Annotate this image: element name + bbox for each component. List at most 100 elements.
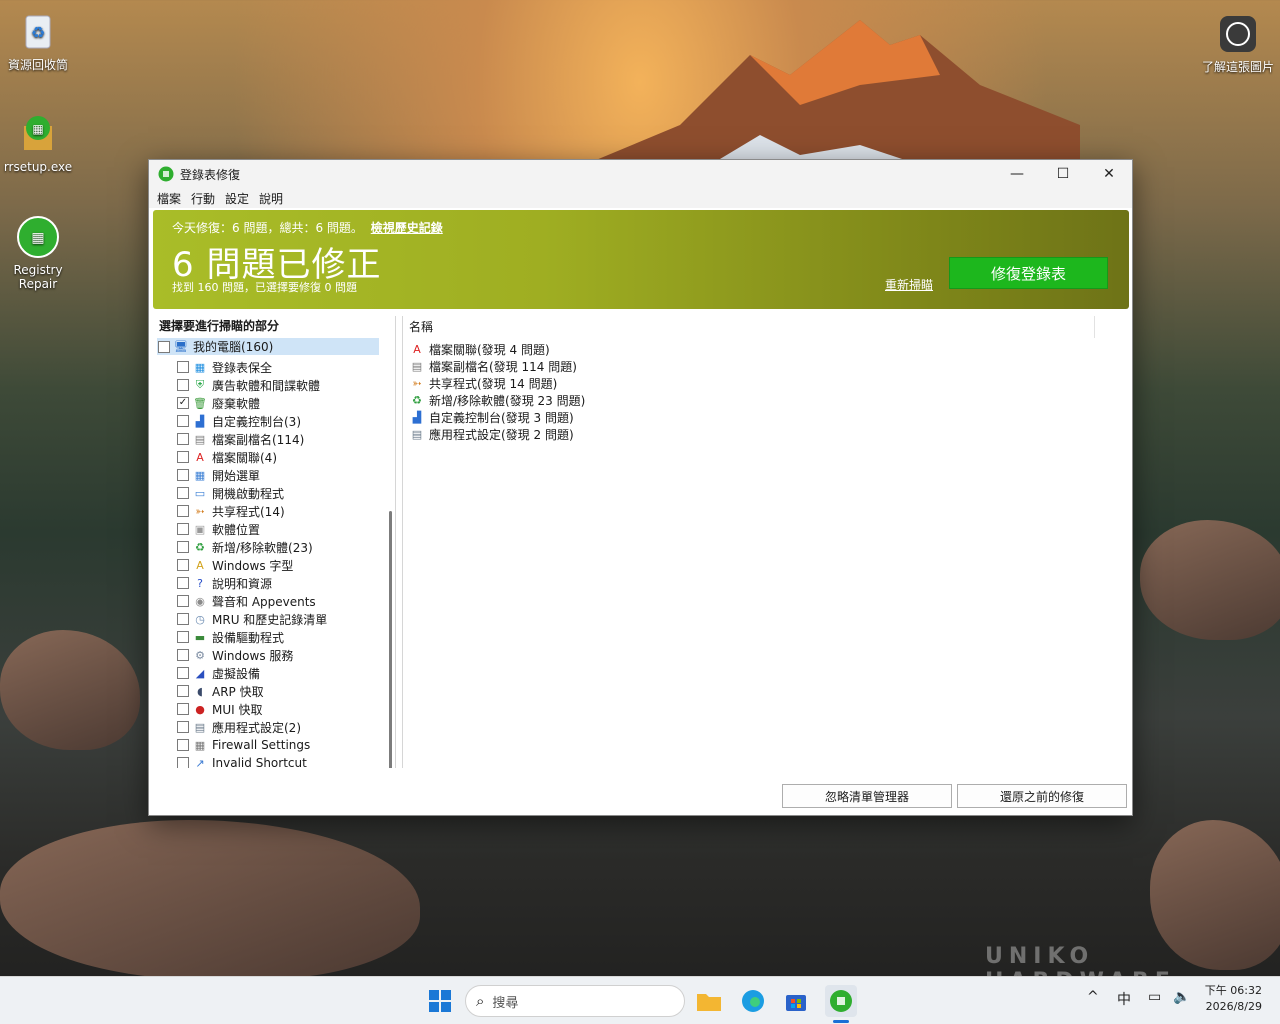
menu-help[interactable]: 說明 — [254, 190, 288, 207]
taskbar: ⌕ 搜尋 ^ 中 ▭ 🔈 下午 06:32 2026/8/29 — [0, 976, 1280, 1024]
tree-item[interactable]: ▬ 設備驅動程式 — [177, 628, 284, 646]
vertical-scrollbar[interactable] — [389, 511, 392, 768]
store-button[interactable] — [780, 985, 812, 1017]
tree-item[interactable]: ? 說明和資源 — [177, 574, 272, 592]
title-bar[interactable]: 登錄表修復 — ☐ ✕ — [149, 160, 1132, 188]
status-banner: 今天修復：6 問題，總共：6 問題。 檢視歷史記錄 6 問題已修正 找到 160… — [153, 210, 1129, 309]
restore-previous-fixes-button[interactable]: 還原之前的修復 — [957, 784, 1127, 808]
tree-item[interactable]: ▣ 軟體位置 — [177, 520, 260, 538]
checkbox[interactable] — [177, 613, 189, 625]
result-item[interactable]: ➳ 共享程式(發現 14 問題) — [409, 375, 557, 392]
maximize-button[interactable]: ☐ — [1040, 160, 1086, 188]
tree-item-label: 軟體位置 — [212, 522, 261, 537]
checkbox[interactable] — [177, 631, 189, 643]
checkbox[interactable] — [177, 415, 189, 427]
checkbox[interactable] — [177, 559, 189, 571]
tree-item[interactable]: ● MUI 快取 — [177, 700, 263, 718]
menu-bar: 檔案 行動 設定 說明 — [149, 188, 1132, 208]
app-icon — [158, 166, 174, 182]
fix-registry-button[interactable]: 修復登錄表 — [949, 257, 1108, 289]
checkbox[interactable] — [177, 685, 189, 697]
tree-item-label: 開始選單 — [212, 468, 261, 483]
checkbox[interactable] — [177, 523, 189, 535]
font-icon: A — [196, 558, 204, 572]
tree-item[interactable]: ▤ 檔案副檔名(114) — [177, 430, 304, 448]
volume-icon[interactable]: 🔈 — [1173, 989, 1190, 1005]
file-explorer-button[interactable] — [693, 985, 725, 1017]
clock[interactable]: 下午 06:32 2026/8/29 — [1204, 983, 1262, 1015]
edge-button[interactable] — [737, 985, 769, 1017]
tree-item-label: 登錄表保全 — [212, 360, 273, 375]
column-header-name[interactable]: 名稱 — [403, 316, 1095, 338]
checkbox[interactable] — [158, 340, 170, 353]
result-item[interactable]: A 檔案關聯(發現 4 問題) — [409, 341, 549, 358]
checkbox[interactable] — [177, 433, 189, 445]
registry-repair-taskbar-button[interactable] — [825, 985, 857, 1017]
search-box[interactable]: ⌕ 搜尋 — [465, 985, 685, 1017]
menu-file[interactable]: 檔案 — [152, 190, 186, 207]
tree-item[interactable]: ⚙ Windows 服務 — [177, 646, 293, 664]
view-history-link[interactable]: 檢視歷史記錄 — [371, 221, 443, 235]
tree-item[interactable]: ◖ ARP 快取 — [177, 682, 264, 700]
tray-overflow-chevron[interactable]: ^ — [1087, 989, 1099, 1005]
menu-action[interactable]: 行動 — [186, 190, 220, 207]
network-icon[interactable]: ▭ — [1148, 989, 1161, 1005]
checkbox[interactable] — [177, 739, 189, 751]
checkbox[interactable] — [177, 469, 189, 481]
rescan-link[interactable]: 重新掃瞄 — [885, 276, 933, 293]
ime-indicator[interactable]: 中 — [1117, 989, 1131, 1009]
result-item[interactable]: ▤ 檔案副檔名(發現 114 問題) — [409, 358, 577, 375]
checkbox[interactable] — [177, 667, 189, 679]
tree-item[interactable]: ♻ 新增/移除軟體(23) — [177, 538, 313, 556]
checkbox[interactable] — [177, 361, 189, 373]
tree-item[interactable]: ➳ 共享程式(14) — [177, 502, 285, 520]
tree-item[interactable]: ▭ 開機啟動程式 — [177, 484, 284, 502]
tree-item[interactable]: ↗ Invalid Shortcut — [177, 754, 307, 768]
checkbox[interactable]: ✓ — [177, 397, 189, 409]
tree-item[interactable]: ▦ Firewall Settings — [177, 736, 310, 754]
menu-settings[interactable]: 設定 — [220, 190, 254, 207]
tree-item[interactable]: ✓ 🗑 廢棄軟體 — [177, 394, 260, 412]
tree-item-label: ARP 快取 — [212, 684, 264, 699]
checkbox[interactable] — [177, 649, 189, 661]
close-button[interactable]: ✕ — [1086, 160, 1132, 188]
checkbox[interactable] — [177, 505, 189, 517]
ignore-list-manager-button[interactable]: 忽略清單管理器 — [782, 784, 952, 808]
driver-icon: ▬ — [194, 630, 206, 644]
folder-icon: ▣ — [194, 522, 206, 536]
tree-item[interactable]: A 檔案關聯(4) — [177, 448, 277, 466]
checkbox[interactable] — [177, 487, 189, 499]
tree-item[interactable]: ▦ 開始選單 — [177, 466, 260, 484]
result-item[interactable]: ▟ 自定義控制台(發現 3 問題) — [409, 409, 574, 426]
tree-item[interactable]: ▤ 應用程式設定(2) — [177, 718, 301, 736]
start-button[interactable] — [424, 985, 456, 1017]
tree-item[interactable]: A Windows 字型 — [177, 556, 293, 574]
checkbox[interactable] — [177, 577, 189, 589]
tree-item[interactable]: ◷ MRU 和歷史記錄清單 — [177, 610, 327, 628]
checkbox[interactable] — [177, 595, 189, 607]
checkbox[interactable] — [177, 721, 189, 733]
registry-repair-desktop-icon[interactable]: ▦ Registry Repair — [0, 215, 76, 291]
tree-item[interactable]: ◉ 聲音和 Appevents — [177, 592, 316, 610]
tree-item[interactable]: ▦ 登錄表保全 — [177, 358, 272, 376]
recycle-bin-desktop-icon[interactable]: ♻ 資源回收筒 — [0, 10, 76, 72]
tree-root-my-computer[interactable]: 🖥 我的電腦(160) — [157, 338, 379, 355]
minimize-button[interactable]: — — [994, 160, 1040, 188]
checkbox[interactable] — [177, 541, 189, 553]
tree-item-label: Windows 字型 — [212, 558, 294, 573]
rrsetup-desktop-icon[interactable]: ▦ rrsetup.exe — [0, 112, 76, 174]
tree-item[interactable]: ◢ 虛擬設備 — [177, 664, 260, 682]
settings-icon: ▤ — [411, 428, 423, 441]
device-icon: ◢ — [195, 666, 205, 680]
checkbox[interactable] — [177, 451, 189, 463]
tree-item[interactable]: ⛨ 廣告軟體和間諜軟體 — [177, 376, 320, 394]
svg-text:▦: ▦ — [31, 230, 44, 246]
learn-about-picture-icon[interactable]: 了解這張圖片 — [1200, 12, 1276, 74]
search-icon: ⌕ — [476, 992, 485, 1010]
checkbox[interactable] — [177, 379, 189, 391]
checkbox[interactable] — [177, 703, 189, 715]
tree-item[interactable]: ▟ 自定義控制台(3) — [177, 412, 301, 430]
result-item[interactable]: ♻ 新增/移除軟體(發現 23 問題) — [409, 392, 585, 409]
result-item[interactable]: ▤ 應用程式設定(發現 2 問題) — [409, 426, 574, 443]
checkbox[interactable] — [177, 757, 189, 768]
